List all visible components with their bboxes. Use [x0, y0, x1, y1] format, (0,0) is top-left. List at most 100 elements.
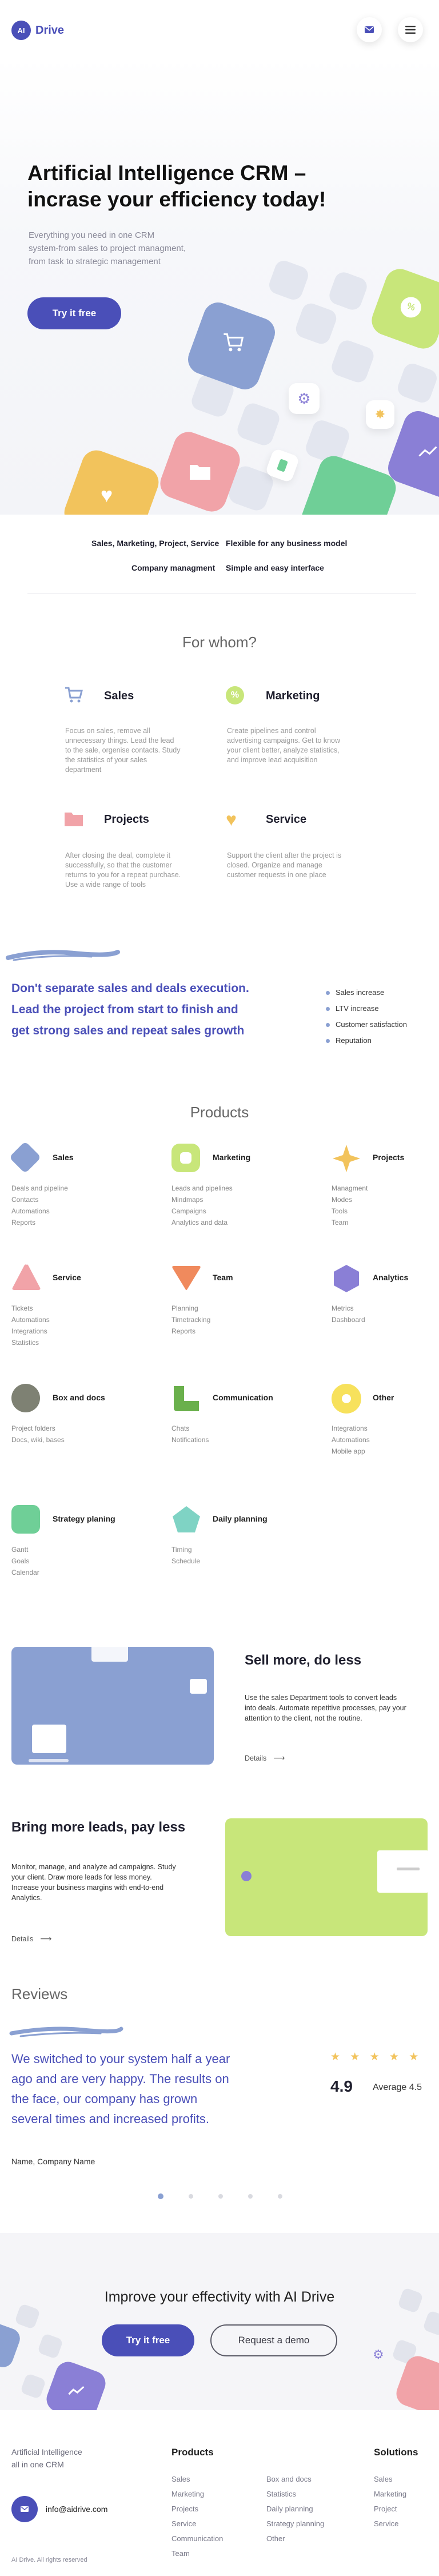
- carousel-dot[interactable]: [189, 2194, 193, 2199]
- triangle-icon: [12, 1264, 41, 1290]
- illus-line: [29, 1759, 69, 1762]
- feature-1: Sales, Marketing, Project, Service: [91, 539, 220, 548]
- whom-projects: Projects After closing the deal, complet…: [64, 811, 181, 889]
- bullet-item: LTV increase: [326, 1001, 407, 1017]
- sell-more-title: Sell more, do less: [245, 1653, 362, 1668]
- features-strip: Sales, Marketing, Project, Service Flexi…: [0, 515, 439, 595]
- folder-icon: [190, 465, 210, 480]
- footer-link[interactable]: Marketing: [171, 2487, 223, 2502]
- product-name: Strategy planing: [53, 1514, 115, 1523]
- more-leads-details-link[interactable]: Details ⟶: [11, 1934, 51, 1944]
- promo-line3: get strong sales and repeat sales growth: [11, 1024, 245, 1037]
- footer-link[interactable]: Team: [171, 2546, 223, 2561]
- review-line: several times and increased profits.: [11, 2112, 210, 2126]
- pink-tile: [393, 2352, 439, 2410]
- carousel-dot[interactable]: [278, 2194, 282, 2199]
- more-leads-line: Monitor, manage, and analyze ad campaign…: [11, 1863, 176, 1871]
- whom-projects-text: After closing the deal, complete it succe…: [65, 851, 202, 890]
- mail-button[interactable]: [357, 17, 382, 42]
- footer-link[interactable]: Service: [171, 2517, 223, 2531]
- product-list: Managment Modes Tools Team: [332, 1183, 429, 1228]
- more-leads-text: Monitor, manage, and analyze ad campaign…: [11, 1862, 206, 1903]
- rating-stars: ★ ★ ★ ★ ★: [330, 2051, 422, 2063]
- carousel-dot[interactable]: [218, 2194, 223, 2199]
- menu-button[interactable]: [398, 17, 423, 42]
- heart-icon: ♥: [100, 483, 113, 507]
- cart-icon: [65, 687, 83, 703]
- hero-title-line2: incrase your efficiency today!: [27, 188, 326, 211]
- deco-tile: [329, 337, 377, 385]
- product-name: Daily planning: [213, 1514, 268, 1523]
- illus-line: [397, 1868, 420, 1870]
- gear-icon: ⚙: [373, 2347, 384, 2362]
- hero-subtitle-line2: system-from sales to project managment,: [29, 244, 186, 253]
- footer-solutions-title: Solutions: [374, 2447, 418, 2458]
- percent-icon: %: [397, 294, 424, 321]
- request-demo-button[interactable]: Request a demo: [210, 2324, 337, 2356]
- sell-more-line: Use the sales Department tools to conver…: [245, 1694, 397, 1702]
- hero-try-free-button[interactable]: Try it free: [27, 297, 121, 329]
- product-feature: Calendar: [11, 1568, 39, 1576]
- footer-link[interactable]: Strategy planning: [266, 2517, 324, 2531]
- bullet-item: Sales increase: [326, 985, 407, 1001]
- logo[interactable]: AI Drive: [11, 21, 64, 40]
- sell-more-details-link[interactable]: Details ⟶: [245, 1753, 285, 1763]
- footer-link[interactable]: Statistics: [266, 2487, 324, 2502]
- product-feature: Tools: [332, 1207, 348, 1215]
- footer-link[interactable]: Daily planning: [266, 2502, 324, 2517]
- product-feature: Mobile app: [332, 1447, 365, 1455]
- pentagon-icon: [173, 1506, 200, 1532]
- line: department: [65, 766, 102, 774]
- footer-copyright: AI Drive. All rights reserved: [11, 2557, 87, 2563]
- lime-tile: %: [368, 265, 439, 353]
- product-list: Gantt Goals Calendar: [11, 1544, 126, 1578]
- footer-link[interactable]: Projects: [171, 2502, 223, 2517]
- sell-more-line: attention to the client, not the routine…: [245, 1714, 362, 1722]
- product-feature: Timetracking: [171, 1316, 211, 1324]
- carousel-dot[interactable]: [248, 2194, 253, 2199]
- cart-tile: [183, 298, 280, 394]
- footer-link[interactable]: Project: [374, 2502, 406, 2517]
- circle-icon: [11, 1384, 40, 1412]
- product-feature: Campaigns: [171, 1207, 206, 1215]
- bullet-text: LTV increase: [336, 1004, 379, 1013]
- rating-average: Average 4.5: [373, 2083, 422, 2092]
- product-name: Team: [213, 1273, 233, 1282]
- product-feature: Managment: [332, 1184, 368, 1192]
- footer-link[interactable]: Sales: [374, 2472, 406, 2487]
- footer-link[interactable]: Marketing: [374, 2487, 406, 2502]
- brush-stroke-decoration: [9, 2026, 123, 2037]
- line: the statistics of your sales: [65, 756, 147, 764]
- product-name: Analytics: [373, 1273, 409, 1282]
- square-icon: [171, 1144, 200, 1172]
- cart-icon: [224, 333, 244, 352]
- promo-text: Don't separate sales and deals execution…: [11, 978, 280, 1041]
- hero-title: Artificial Intelligence CRM – incrase yo…: [27, 160, 326, 213]
- carousel-dot-active[interactable]: [158, 2193, 163, 2199]
- footer-email-link[interactable]: info@aidrive.com: [11, 2496, 107, 2522]
- footer-link[interactable]: Communication: [171, 2531, 223, 2546]
- line: Support the client after the project is: [227, 851, 342, 859]
- product-name: Other: [373, 1393, 394, 1402]
- details-label: Details: [11, 1934, 34, 1943]
- line: your client better, analyze statistics,: [227, 746, 340, 754]
- whom-sales-title: Sales: [104, 690, 134, 702]
- hero-title-line1: Artificial Intelligence CRM –: [27, 161, 306, 185]
- cta-title: Improve your effectivity with AI Drive: [104, 2289, 335, 2305]
- footer-link[interactable]: Box and docs: [266, 2472, 324, 2487]
- deco-tile: [326, 269, 370, 313]
- cta-try-free-button[interactable]: Try it free: [102, 2324, 194, 2356]
- product-feature: Modes: [332, 1196, 353, 1204]
- footer-tag: all in one CRM: [11, 2460, 64, 2469]
- product-feature: Gantt: [11, 1546, 29, 1554]
- footer-link[interactable]: Other: [266, 2531, 324, 2546]
- footer-solutions-col: Sales Marketing Project Service: [374, 2472, 406, 2531]
- footer-link[interactable]: Service: [374, 2517, 406, 2531]
- illus-bar: [91, 1647, 128, 1662]
- footer-link[interactable]: Sales: [171, 2472, 223, 2487]
- logo-text: Drive: [35, 23, 65, 37]
- product-name: Box and docs: [53, 1393, 105, 1402]
- product-feature: Integrations: [11, 1327, 47, 1335]
- cta-section: Improve your effectivity with AI Drive T…: [0, 2233, 439, 2410]
- page: AI Drive Artificial Intelligence CRM – i…: [0, 0, 439, 2576]
